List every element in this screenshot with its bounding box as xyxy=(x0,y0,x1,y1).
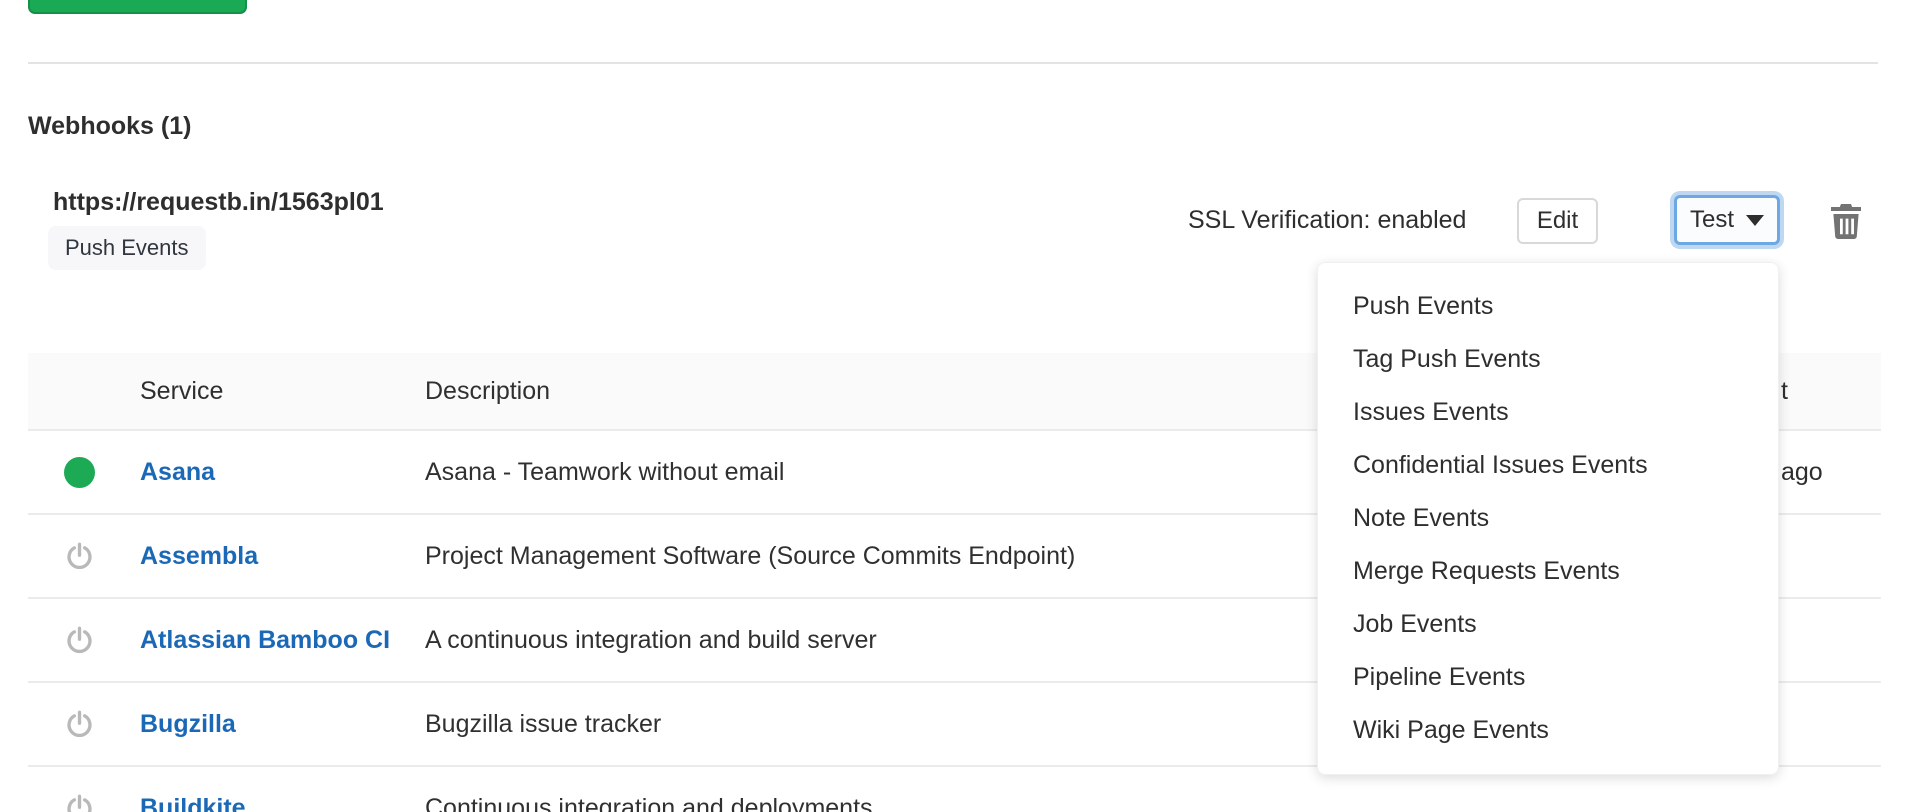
service-link-atlassian-bamboo-ci[interactable]: Atlassian Bamboo CI xyxy=(140,626,390,654)
menu-item-confidential-issues-events[interactable]: Confidential Issues Events xyxy=(1318,439,1778,492)
service-link-bugzilla[interactable]: Bugzilla xyxy=(140,710,236,738)
test-button-label: Test xyxy=(1690,206,1734,234)
status-enabled-icon xyxy=(64,457,95,488)
service-link-buildkite[interactable]: Buildkite xyxy=(140,794,246,812)
section-divider xyxy=(28,62,1878,64)
menu-item-pipeline-events[interactable]: Pipeline Events xyxy=(1318,651,1778,704)
menu-item-job-events[interactable]: Job Events xyxy=(1318,598,1778,651)
test-dropdown-menu: Push Events Tag Push Events Issues Event… xyxy=(1317,262,1779,775)
trash-icon xyxy=(1829,201,1863,239)
service-link-assembla[interactable]: Assembla xyxy=(140,542,258,570)
right-column-header-fragment: t xyxy=(1781,377,1788,406)
webhooks-section-title: Webhooks (1) xyxy=(28,112,191,141)
service-description: Continuous integration and deployments xyxy=(425,794,1881,812)
delete-webhook-button[interactable] xyxy=(1826,198,1866,242)
edit-webhook-button[interactable]: Edit xyxy=(1517,198,1598,244)
status-disabled-power-icon xyxy=(64,541,95,572)
service-column-header: Service xyxy=(140,377,425,406)
status-disabled-power-icon xyxy=(64,793,95,812)
menu-item-tag-push-events[interactable]: Tag Push Events xyxy=(1318,333,1778,386)
push-events-badge: Push Events xyxy=(48,226,206,270)
menu-item-push-events[interactable]: Push Events xyxy=(1318,280,1778,333)
test-webhook-button[interactable]: Test xyxy=(1674,195,1780,245)
webhook-url: https://requestb.in/1563pl01 xyxy=(53,188,384,217)
ssl-verification-status: SSL Verification: enabled xyxy=(1188,206,1466,235)
menu-item-merge-requests-events[interactable]: Merge Requests Events xyxy=(1318,545,1778,598)
menu-item-issues-events[interactable]: Issues Events xyxy=(1318,386,1778,439)
menu-item-wiki-page-events[interactable]: Wiki Page Events xyxy=(1318,704,1778,757)
last-edit-fragment: ago xyxy=(1781,458,1823,487)
chevron-down-icon xyxy=(1746,215,1764,226)
status-disabled-power-icon xyxy=(64,709,95,740)
service-link-asana[interactable]: Asana xyxy=(140,458,215,486)
menu-item-note-events[interactable]: Note Events xyxy=(1318,492,1778,545)
primary-green-button[interactable] xyxy=(28,0,247,14)
status-disabled-power-icon xyxy=(64,625,95,656)
